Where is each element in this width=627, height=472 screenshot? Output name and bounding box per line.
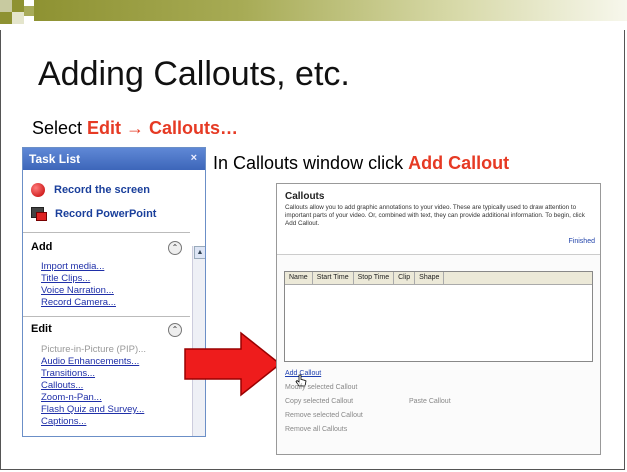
edit-section: Edit ⌃ Picture-in-Picture (PIP)... Audio… <box>23 316 190 436</box>
finished-link[interactable]: Finished <box>569 238 595 245</box>
table-header: Name Start Time Stop Time Clip Shape <box>285 272 592 285</box>
zoom-n-pan-link[interactable]: Zoom-n-Pan... <box>41 392 102 403</box>
callout-instruction-prefix: In Callouts window click <box>213 153 409 173</box>
record-screen-button[interactable]: Record the screen <box>31 183 150 197</box>
voice-narration-link[interactable]: Voice Narration... <box>41 285 114 296</box>
transitions-link[interactable]: Transitions... <box>41 368 95 379</box>
decor-square <box>12 0 24 12</box>
add-section: Add ⌃ Import media... Title Clips... Voi… <box>23 232 190 313</box>
callouts-window: Callouts Callouts allow you to add graph… <box>276 183 601 455</box>
header-gradient-bar <box>34 0 627 21</box>
callout-instruction: In Callouts window click Add Callout <box>213 153 509 174</box>
record-icon <box>31 183 45 197</box>
column-header[interactable]: Start Time <box>313 272 354 284</box>
callouts-link[interactable]: Callouts... <box>41 380 83 391</box>
task-list-title: Task List <box>29 152 81 166</box>
chevron-up-icon[interactable]: ⌃ <box>168 241 182 255</box>
pip-link: Picture-in-Picture (PIP)... <box>41 344 147 355</box>
callouts-window-title: Callouts <box>285 191 325 202</box>
copy-callout-link: Copy selected Callout <box>285 398 354 405</box>
instruction-line: Select Edit → Callouts… <box>32 118 238 139</box>
column-header[interactable]: Name <box>285 272 313 284</box>
paste-callout-link: Paste Callout <box>409 398 451 405</box>
flash-quiz-link[interactable]: Flash Quiz and Survey... <box>41 404 144 415</box>
decor-square <box>12 12 24 24</box>
menu-path: Edit → Callouts… <box>87 118 239 138</box>
record-powerpoint-button[interactable]: Record PowerPoint <box>31 207 157 221</box>
edit-section-heading: Edit <box>31 323 52 335</box>
slide-title: Adding Callouts, etc. <box>38 55 350 93</box>
remove-all-callouts-link: Remove all Callouts <box>285 426 348 433</box>
chevron-up-icon[interactable]: ⌃ <box>168 323 182 337</box>
task-list-header: Task List × <box>23 148 205 170</box>
remove-callout-link: Remove selected Callout <box>285 412 363 419</box>
close-icon[interactable]: × <box>191 152 197 164</box>
column-header[interactable]: Stop Time <box>354 272 395 284</box>
task-list-panel: Task List × Record the screen Record Pow… <box>22 147 206 437</box>
record-screen-label: Record the screen <box>54 184 150 196</box>
callouts-table[interactable]: Name Start Time Stop Time Clip Shape <box>284 271 593 362</box>
pointer-arrow <box>184 331 282 397</box>
instruction-prefix: Select <box>32 118 88 138</box>
callouts-description: Callouts allow you to add graphic annota… <box>285 204 585 227</box>
callouts-intro: Callouts Callouts allow you to add graph… <box>277 184 600 255</box>
powerpoint-icon <box>31 207 47 221</box>
captions-link[interactable]: Captions... <box>41 416 86 427</box>
decor-square <box>0 0 12 12</box>
add-section-heading: Add <box>31 241 53 253</box>
column-header[interactable]: Clip <box>394 272 416 284</box>
import-media-link[interactable]: Import media... <box>41 261 104 272</box>
record-powerpoint-label: Record PowerPoint <box>55 207 157 220</box>
title-clips-link[interactable]: Title Clips... <box>41 273 90 284</box>
audio-enhancements-link[interactable]: Audio Enhancements... <box>41 356 139 367</box>
decor-square <box>0 12 12 24</box>
record-camera-link[interactable]: Record Camera... <box>41 297 116 308</box>
slide: Adding Callouts, etc. Select Edit → Call… <box>0 0 627 472</box>
callout-instruction-action: Add Callout <box>408 153 510 173</box>
decor-square <box>24 6 34 16</box>
modify-callout-link: Modify selected Callout <box>285 384 358 391</box>
column-header[interactable]: Shape <box>415 272 445 284</box>
scroll-up-icon[interactable]: ▲ <box>194 246 205 259</box>
